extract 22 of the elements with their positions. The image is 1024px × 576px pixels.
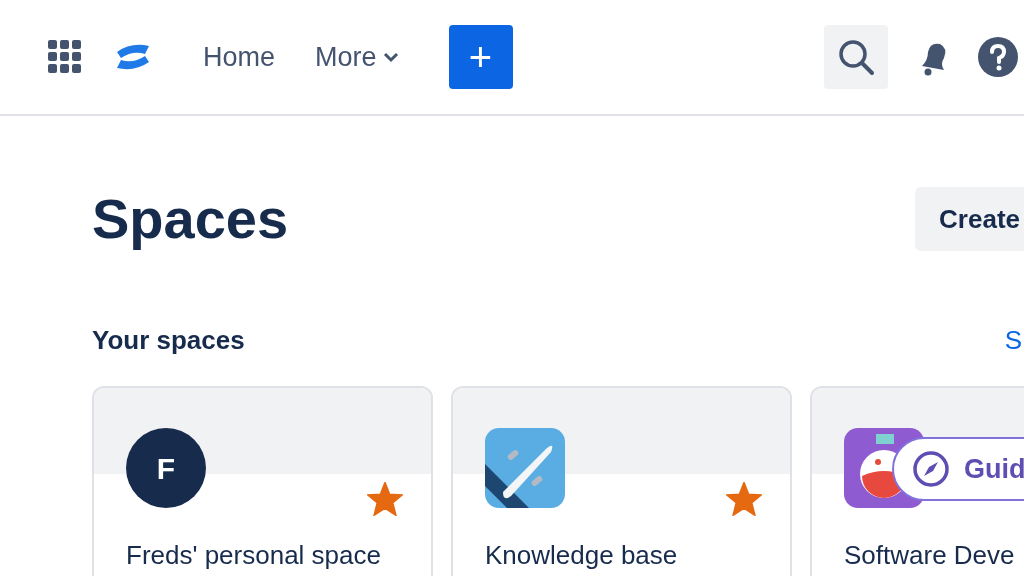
- search-button[interactable]: [824, 25, 888, 89]
- airplane-icon: [485, 428, 565, 508]
- create-plus-button[interactable]: +: [448, 25, 513, 89]
- space-avatar: F: [126, 428, 206, 508]
- section-title: Your spaces: [92, 323, 245, 357]
- app-grid-icon[interactable]: [48, 40, 82, 74]
- star-icon[interactable]: [726, 482, 762, 516]
- page-title: Spaces: [92, 186, 289, 252]
- nav-link[interactable]: Home: [203, 36, 276, 78]
- space-name: Software Deve: [843, 540, 1016, 570]
- space-name: Freds' personal space: [125, 540, 382, 570]
- view-all-link[interactable]: S: [1004, 320, 1024, 360]
- space-name: Knowledge base: [484, 540, 679, 570]
- search-icon: [837, 38, 875, 76]
- space-card[interactable]: Knowledge base: [451, 386, 792, 576]
- star-icon[interactable]: [367, 482, 403, 516]
- help-icon[interactable]: [978, 37, 1018, 77]
- space-card[interactable]: F Freds' personal space: [92, 386, 433, 576]
- compass-icon: [912, 450, 950, 488]
- guide-button[interactable]: Guid: [892, 437, 1024, 501]
- nav-link[interactable]: More: [315, 36, 399, 78]
- create-button[interactable]: Create: [915, 187, 1024, 251]
